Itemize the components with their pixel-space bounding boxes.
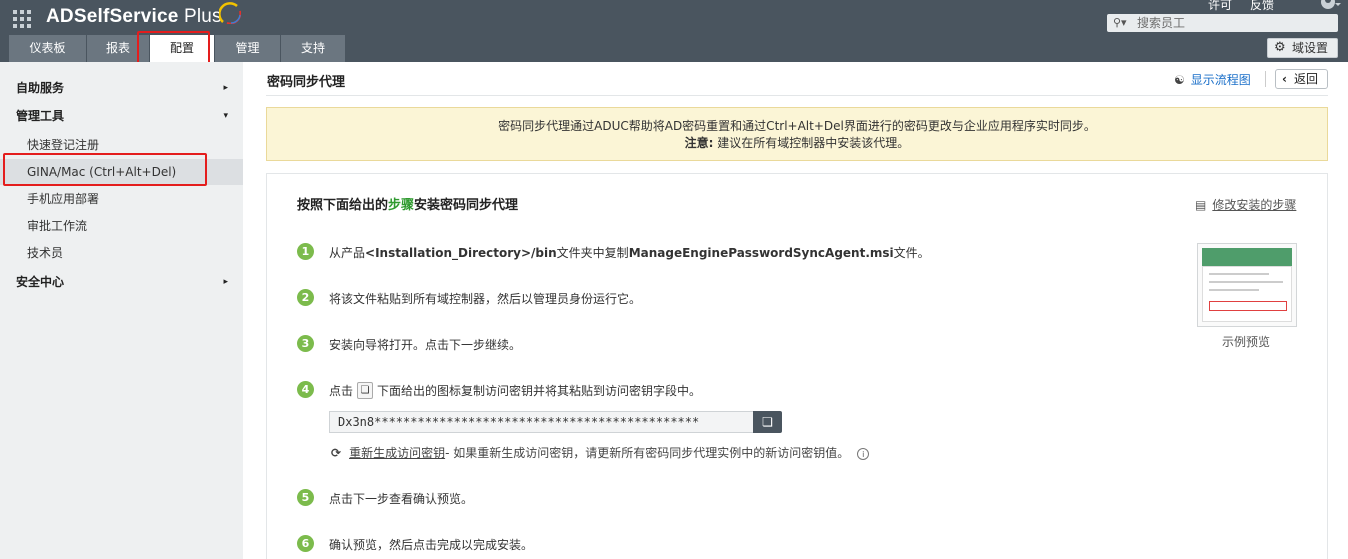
- domain-settings-button[interactable]: ⚙ 域设置: [1267, 38, 1338, 58]
- sidebar: 自助服务 ▸ 管理工具 ▾ 快速登记注册 GINA/Mac (Ctrl+Alt+De…: [0, 62, 243, 559]
- header-divider: [1265, 71, 1266, 87]
- info-notice: 密码同步代理通过ADUC帮助将AD密码重置和通过Ctrl+Alt+Del界面进行…: [266, 107, 1328, 161]
- step-number: 2: [297, 289, 314, 306]
- sidebar-item-technicians[interactable]: 技术员: [0, 240, 243, 266]
- sidebar-item-admin-tools[interactable]: 管理工具 ▾: [0, 103, 243, 129]
- chevron-right-icon: ▸: [223, 83, 228, 93]
- sidebar-item-self-service[interactable]: 自助服务 ▸: [0, 75, 243, 101]
- logo-arc-icon: [219, 2, 241, 24]
- regenerate-key-link[interactable]: 重新生成访问密钥: [349, 446, 445, 460]
- search-icon: ⚲▾: [1113, 16, 1127, 29]
- title-divider: [266, 95, 1328, 96]
- notice-text: 密码同步代理通过ADUC帮助将AD密码重置和通过Ctrl+Alt+Del界面进行…: [498, 119, 1096, 133]
- refresh-icon: ⟳: [331, 446, 342, 460]
- sidebar-item-security-center[interactable]: 安全中心 ▸: [0, 269, 243, 295]
- copy-icon: ❏: [357, 382, 374, 399]
- app-logo[interactable]: ADSelfService Plus: [46, 6, 222, 28]
- sample-preview-thumbnail[interactable]: [1197, 243, 1297, 327]
- info-icon[interactable]: i: [857, 448, 870, 460]
- chevron-left-icon: ‹: [1282, 72, 1287, 86]
- sidebar-item-approval-workflow[interactable]: 审批工作流: [0, 213, 243, 239]
- document-icon: ▤: [1195, 198, 1207, 212]
- user-icon[interactable]: [1320, 0, 1342, 11]
- sample-preview-caption: 示例预览: [1222, 335, 1271, 349]
- step-number: 6: [297, 535, 314, 552]
- copy-icon: ❏: [762, 415, 773, 429]
- employee-search-box[interactable]: ⚲▾: [1107, 14, 1338, 32]
- steps-title: 按照下面给出的步骤安装密码同步代理: [297, 198, 519, 213]
- show-flowchart-link[interactable]: ☯ 显示流程图: [1174, 71, 1251, 88]
- top-links: 许可 反馈: [1190, 0, 1274, 13]
- regenerate-key-row: ⟳ 重新生成访问密钥- 如果重新生成访问密钥，请更新所有密码同步代理实例中的新访问…: [331, 444, 870, 461]
- step-number: 1: [297, 243, 314, 260]
- modify-install-steps-link[interactable]: ▤ 修改安装的步骤: [1195, 196, 1296, 213]
- access-key-field[interactable]: Dx3n8***********************************…: [329, 411, 754, 433]
- step-number: 4: [297, 381, 314, 398]
- license-link[interactable]: 许可: [1208, 0, 1232, 12]
- copy-access-key-button[interactable]: ❏: [753, 411, 782, 433]
- step-number: 5: [297, 489, 314, 506]
- chevron-down-icon: ▾: [223, 111, 228, 121]
- tab-support[interactable]: 支持: [281, 35, 345, 62]
- apps-grid-icon[interactable]: [13, 10, 33, 28]
- employee-search-input[interactable]: [1137, 15, 1332, 31]
- step-number: 3: [297, 335, 314, 352]
- feedback-link[interactable]: 反馈: [1250, 0, 1274, 12]
- sidebar-item-mobile-deployment[interactable]: 手机应用部署: [0, 186, 243, 212]
- gear-icon: ⚙: [1274, 40, 1286, 55]
- chevron-right-icon: ▸: [223, 277, 228, 287]
- sidebar-highlight-box: [3, 153, 207, 186]
- back-button[interactable]: ‹ 返回: [1275, 69, 1328, 89]
- notice-note: 注意: 建议在所有域控制器中安装该代理。: [684, 136, 910, 150]
- flowchart-icon: ☯: [1174, 73, 1185, 87]
- tab-dashboard[interactable]: 仪表板: [9, 35, 86, 62]
- page-title: 密码同步代理: [267, 75, 346, 90]
- tab-admin[interactable]: 管理: [215, 35, 280, 62]
